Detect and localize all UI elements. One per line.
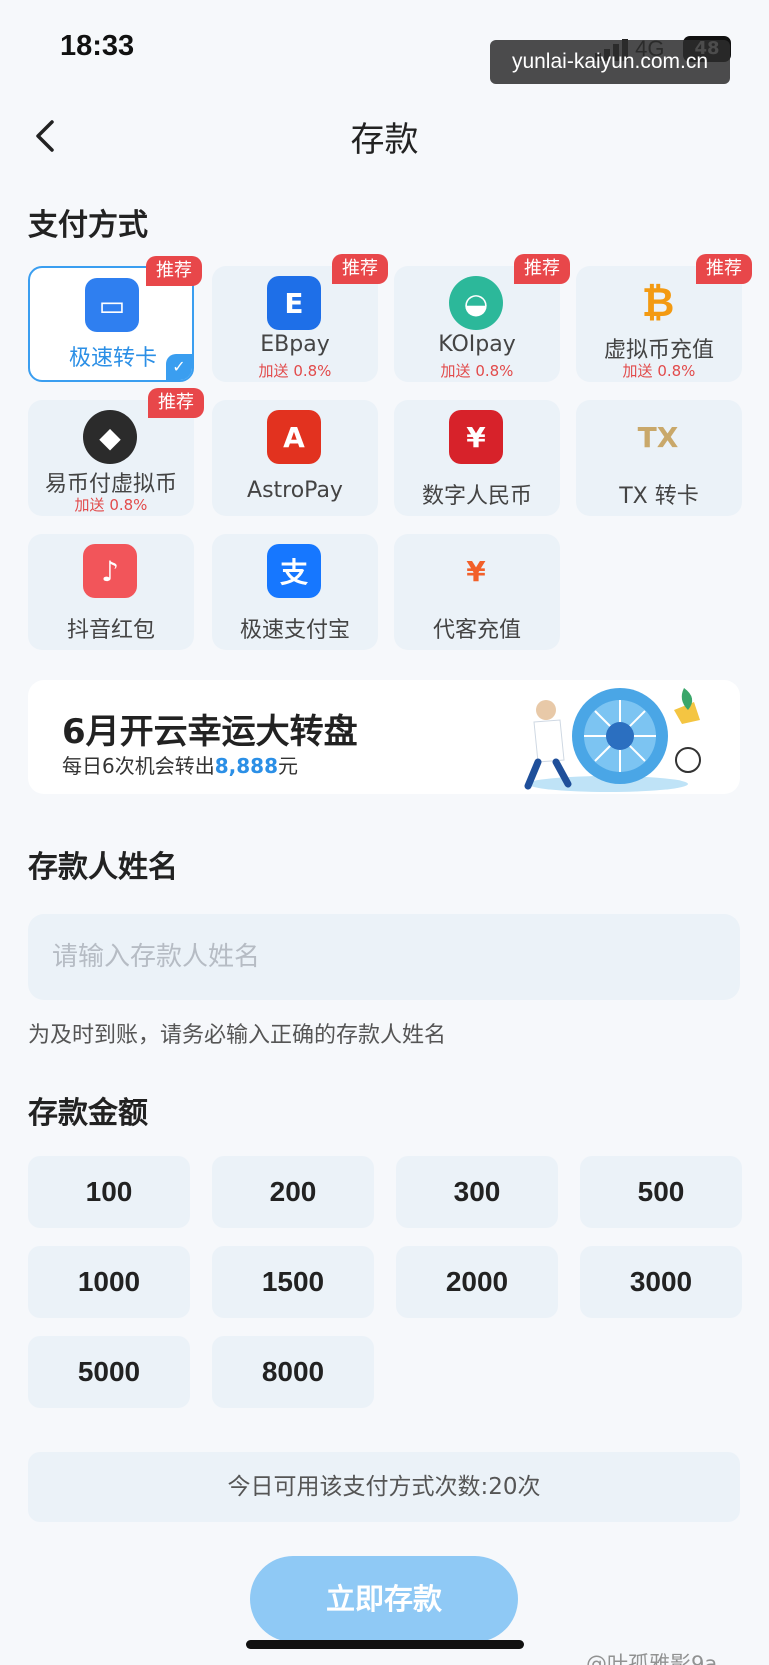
chevron-left-icon	[36, 120, 54, 152]
ebpay-icon: E	[267, 276, 321, 330]
amount-option-button[interactable]: 5000	[28, 1336, 190, 1408]
payment-bonus-text: 加送 0.8%	[258, 362, 332, 380]
recommended-badge: 推荐	[696, 254, 752, 284]
selected-check-icon: ✓	[166, 354, 192, 380]
recommended-badge: 推荐	[332, 254, 388, 284]
payment-method-label: 数字人民币	[421, 484, 532, 509]
payment-method-label: TX 转卡	[619, 484, 699, 509]
koi-fish-icon: ◒	[449, 276, 503, 330]
payment-method-label: AstroPay	[247, 478, 343, 503]
banner-subtitle-prefix: 每日6次机会转出	[62, 754, 215, 778]
watermark-url: yunlai-kaiyun.com.cn	[490, 40, 730, 84]
banner-subtitle-suffix: 元	[278, 754, 298, 778]
lucky-wheel-illustration	[524, 688, 701, 792]
nav-bar: 存款	[0, 100, 769, 172]
payment-section-title: 支付方式	[28, 208, 148, 243]
astropay-icon: A	[267, 410, 321, 464]
amount-option-button[interactable]: 200	[212, 1156, 374, 1228]
payment-bonus-text: 加送 0.8%	[440, 362, 514, 380]
amount-option-button[interactable]: 100	[28, 1156, 190, 1228]
payment-method-tile[interactable]: ♪ 抖音红包	[28, 534, 194, 650]
payment-method-tile[interactable]: E EBpay 加送 0.8% 推荐	[212, 254, 388, 382]
payment-method-tile[interactable]: ▭ 极速转卡 推荐 ✓	[28, 256, 202, 382]
amount-option-button[interactable]: 500	[580, 1156, 742, 1228]
card-bolt-icon: ▭	[85, 278, 139, 332]
payment-method-tile[interactable]: ◆ 易币付虚拟币 加送 0.8% 推荐	[28, 388, 204, 516]
payment-method-label: KOIpay	[438, 332, 516, 357]
recommended-badge: 推荐	[146, 256, 202, 286]
page-title: 存款	[350, 120, 419, 160]
home-indicator	[246, 1640, 524, 1649]
submit-deposit-button[interactable]: 立即存款	[250, 1556, 518, 1642]
banner-title: 6月开云幸运大转盘	[62, 712, 358, 752]
yibifu-icon: ◆	[83, 410, 137, 464]
recommended-badge: 推荐	[148, 388, 204, 418]
payment-method-label: EBpay	[260, 332, 330, 357]
depositor-section-title: 存款人姓名	[28, 850, 178, 885]
amount-section-title: 存款金额	[28, 1096, 148, 1131]
payment-method-tile[interactable]: 支极速支付宝	[212, 534, 378, 650]
depositor-name-input[interactable]	[28, 914, 740, 1000]
payment-method-label: 极速支付宝	[239, 618, 350, 643]
payment-method-label: 抖音红包	[66, 618, 155, 643]
agent-coin-hand-icon: ¥	[466, 554, 486, 588]
amount-option-button[interactable]: 3000	[580, 1246, 742, 1318]
bitcoin-icon: ₿	[641, 280, 675, 326]
payment-method-tile[interactable]: ₿ 虚拟币充值 加送 0.8% 推荐	[576, 254, 752, 382]
payment-bonus-text: 加送 0.8%	[622, 362, 696, 380]
recommended-badge: 推荐	[514, 254, 570, 284]
status-time: 18:33	[60, 30, 135, 62]
payment-method-tile[interactable]: ¥ 数字人民币	[394, 400, 560, 516]
depositor-hint: 为及时到账，请务必输入正确的存款人姓名	[28, 1023, 447, 1048]
douyin-redpacket-icon: ♪	[83, 544, 137, 598]
lucky-wheel-banner[interactable]: 6月开云幸运大转盘 每日6次机会转出8,888元	[28, 680, 740, 794]
amount-option-button[interactable]: 1000	[28, 1246, 190, 1318]
usage-count-notice: 今日可用该支付方式次数:20次	[28, 1452, 740, 1522]
amount-option-button[interactable]: 8000	[212, 1336, 374, 1408]
watermark-author: @叶孤雅影9a	[586, 1652, 718, 1665]
amount-option-button[interactable]: 300	[396, 1156, 558, 1228]
banner-subtitle: 每日6次机会转出8,888元	[62, 750, 298, 779]
status-bar: 18:33 4G 48 yunlai-kaiyun.com.cn	[0, 0, 769, 90]
payment-method-label: 代客充值	[432, 618, 521, 643]
payment-method-tile[interactable]: ◒ KOIpay 加送 0.8% 推荐	[394, 254, 570, 382]
payment-method-tile[interactable]: A AstroPay	[212, 400, 378, 516]
amount-option-button[interactable]: 2000	[396, 1246, 558, 1318]
tx-logo-icon: TX	[637, 420, 679, 454]
back-button[interactable]	[28, 118, 64, 154]
banner-amount: 8,888	[214, 754, 278, 778]
payment-method-tile[interactable]: TX TX 转卡	[576, 400, 742, 516]
payment-bonus-text: 加送 0.8%	[74, 496, 148, 514]
digital-rmb-icon: ¥	[449, 410, 503, 464]
payment-method-tile[interactable]: ¥ 代客充值	[394, 534, 560, 650]
alipay-icon: 支	[267, 544, 321, 598]
amount-option-button[interactable]: 1500	[212, 1246, 374, 1318]
